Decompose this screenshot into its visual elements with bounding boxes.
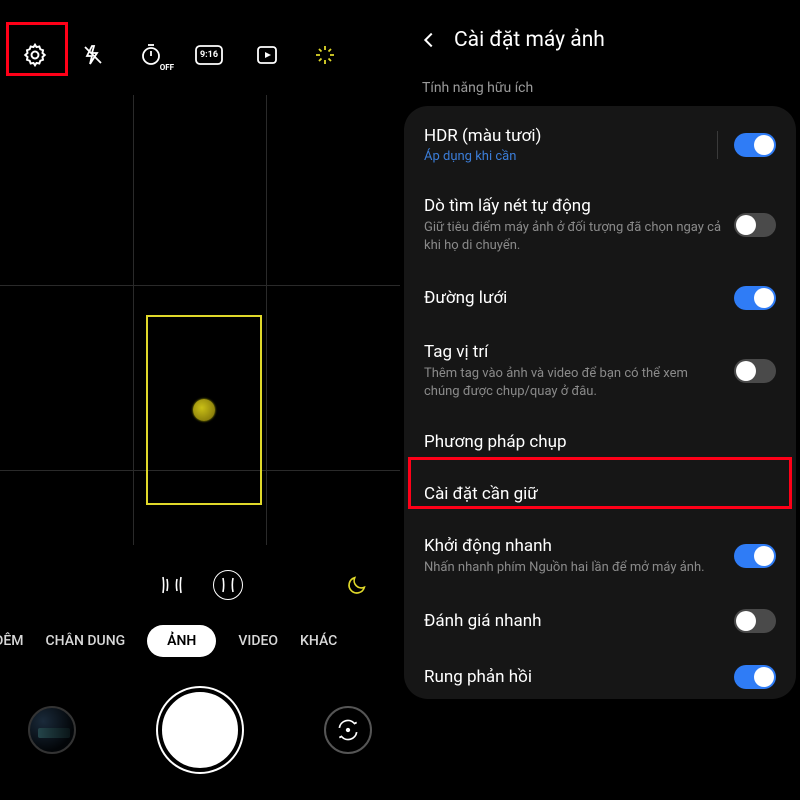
- section-useful-features: Tính năng hữu ích: [400, 70, 800, 98]
- timer-off-icon[interactable]: OFF: [136, 40, 166, 70]
- gridline: [266, 95, 267, 545]
- row-af-sub: Giữ tiêu điểm máy ảnh ở đối tượng đã chọ…: [424, 219, 722, 254]
- row-haptic-title: Rung phản hồi: [424, 667, 722, 687]
- aspect-ratio-label: 9:16: [200, 50, 218, 60]
- row-review-title: Đánh giá nhanh: [424, 611, 722, 631]
- row-hdr[interactable]: HDR (màu tươi) Áp dụng khi cần: [404, 110, 796, 180]
- divider: [717, 131, 719, 159]
- flash-off-icon[interactable]: [78, 40, 108, 70]
- row-hdr-title: HDR (màu tươi): [424, 126, 705, 146]
- night-mode-icon[interactable]: [344, 572, 370, 598]
- motion-photo-icon[interactable]: [252, 40, 282, 70]
- aspect-ratio-icon[interactable]: 9:16: [194, 40, 224, 70]
- timer-off-label: OFF: [160, 63, 174, 72]
- settings-title: Cài đặt máy ảnh: [454, 28, 605, 52]
- row-gridlines[interactable]: Đường lưới: [404, 270, 796, 326]
- row-shooting-methods[interactable]: Phương pháp chụp: [404, 416, 796, 468]
- lens-ultrawide-icon[interactable]: [157, 570, 187, 600]
- row-quick-launch[interactable]: Khởi động nhanh Nhấn nhanh phím Nguồn ha…: [404, 520, 796, 593]
- focus-rectangle: [146, 315, 262, 505]
- focus-point-icon: [193, 399, 215, 421]
- mode-portrait[interactable]: CHÂN DUNG: [46, 633, 126, 649]
- row-quick-title: Khởi động nhanh: [424, 536, 722, 556]
- gridline: [133, 95, 134, 545]
- camera-toolbar: OFF 9:16: [0, 30, 400, 80]
- row-method-title: Phương pháp chụp: [424, 432, 776, 452]
- mode-night[interactable]: ĐÊM: [0, 633, 24, 649]
- row-quick-review[interactable]: Đánh giá nhanh: [404, 593, 796, 649]
- row-loc-title: Tag vị trí: [424, 342, 722, 362]
- toggle-quick-launch[interactable]: [734, 544, 776, 568]
- settings-card: HDR (màu tươi) Áp dụng khi cần Dò tìm lấ…: [404, 106, 796, 699]
- row-grid-title: Đường lưới: [424, 288, 722, 308]
- toggle-tracking-af[interactable]: [734, 213, 776, 237]
- shutter-button[interactable]: [162, 692, 238, 768]
- row-location-tag[interactable]: Tag vị trí Thêm tag vào ảnh và video để …: [404, 326, 796, 416]
- shutter-row: [0, 680, 400, 780]
- back-icon[interactable]: [418, 29, 440, 51]
- camera-viewfinder: OFF 9:16: [0, 0, 400, 800]
- row-quick-sub: Nhấn nhanh phím Nguồn hai lần để mở máy …: [424, 559, 722, 577]
- toggle-quick-review[interactable]: [734, 609, 776, 633]
- toggle-location-tag[interactable]: [734, 359, 776, 383]
- gallery-thumbnail[interactable]: [28, 706, 76, 754]
- mode-more[interactable]: KHÁC: [300, 633, 337, 649]
- toggle-gridlines[interactable]: [734, 286, 776, 310]
- row-haptic[interactable]: Rung phản hồi: [404, 649, 796, 695]
- lens-selector: [0, 570, 400, 600]
- camera-settings-panel: Cài đặt máy ảnh Tính năng hữu ích HDR (m…: [400, 0, 800, 800]
- mode-video[interactable]: VIDEO: [238, 633, 278, 649]
- settings-header: Cài đặt máy ảnh: [400, 20, 800, 70]
- toggle-haptic[interactable]: [734, 665, 776, 689]
- row-tracking-af[interactable]: Dò tìm lấy nét tự động Giữ tiêu điểm máy…: [404, 180, 796, 270]
- row-loc-sub: Thêm tag vào ảnh và video để bạn có thể …: [424, 365, 722, 400]
- row-keep-title: Cài đặt cần giữ: [424, 484, 776, 504]
- gridline: [0, 285, 400, 286]
- row-settings-to-keep[interactable]: Cài đặt cần giữ: [404, 468, 796, 520]
- row-hdr-sub: Áp dụng khi cần: [424, 149, 705, 164]
- lens-wide-icon[interactable]: [213, 570, 243, 600]
- mode-photo[interactable]: ẢNH: [147, 625, 216, 657]
- settings-gear-icon[interactable]: [20, 40, 50, 70]
- row-af-title: Dò tìm lấy nét tự động: [424, 196, 722, 216]
- switch-camera-button[interactable]: [324, 706, 372, 754]
- filters-icon[interactable]: [310, 40, 340, 70]
- mode-strip: ĐÊM CHÂN DUNG ẢNH VIDEO KHÁC: [0, 625, 400, 657]
- toggle-hdr[interactable]: [734, 133, 776, 157]
